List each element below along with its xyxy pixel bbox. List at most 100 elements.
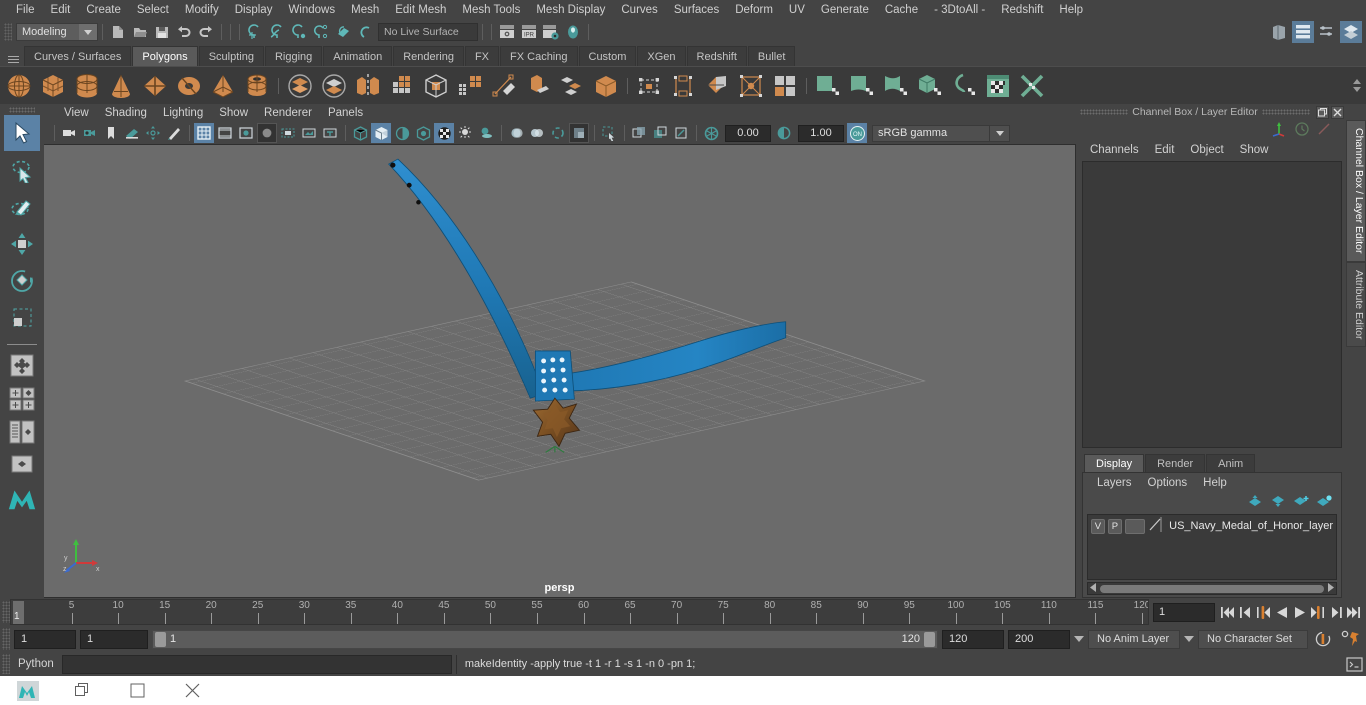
anim-layer-combo[interactable]: No Anim Layer xyxy=(1088,629,1180,649)
channel-box-menu-show[interactable]: Show xyxy=(1232,144,1277,156)
select-camera-icon[interactable] xyxy=(59,123,79,143)
menu-edit[interactable]: Edit xyxy=(43,0,79,20)
chevron-up-icon[interactable] xyxy=(1353,79,1361,84)
uv-camera-icon[interactable] xyxy=(947,69,981,103)
two-d-pan-zoom-icon[interactable] xyxy=(143,123,163,143)
command-line-grip[interactable] xyxy=(2,654,10,674)
smooth-shade-all-icon[interactable] xyxy=(371,123,391,143)
poly-torus-icon[interactable] xyxy=(172,69,206,103)
live-surface-field[interactable]: No Live Surface xyxy=(378,23,478,41)
tab-render[interactable]: Render xyxy=(1145,454,1206,472)
panel-grip-right[interactable] xyxy=(1261,109,1310,115)
viewport-menu-panels[interactable]: Panels xyxy=(320,107,371,119)
status-line-grip[interactable] xyxy=(4,23,12,41)
channel-box-menu-object[interactable]: Object xyxy=(1182,144,1231,156)
make-live-icon[interactable] xyxy=(354,22,376,42)
show-hide-channel-box-icon[interactable] xyxy=(1340,21,1362,43)
snap-to-view-plane-icon[interactable] xyxy=(332,22,354,42)
color-space-field[interactable]: sRGB gamma xyxy=(872,124,990,142)
clock-icon[interactable] xyxy=(1294,121,1310,140)
menu-mesh[interactable]: Mesh xyxy=(343,0,387,20)
menu-mesh-tools[interactable]: Mesh Tools xyxy=(454,0,528,20)
menu-cache[interactable]: Cache xyxy=(877,0,926,20)
viewport-menu-view[interactable]: View xyxy=(56,107,97,119)
menu-create[interactable]: Create xyxy=(78,0,129,20)
menu-redshift[interactable]: Redshift xyxy=(993,0,1051,20)
layer-menu-layers[interactable]: Layers xyxy=(1089,477,1140,489)
character-set-combo[interactable]: No Character Set xyxy=(1198,629,1308,649)
animation-start-field[interactable]: 1 xyxy=(14,629,76,649)
hypergraph-persp-layout[interactable] xyxy=(6,450,38,480)
step-back-frame-icon[interactable] xyxy=(1255,602,1272,622)
axis-gizmo-icon[interactable] xyxy=(1270,121,1288,140)
gate-mask-icon[interactable] xyxy=(257,123,277,143)
field-chart-icon[interactable] xyxy=(278,123,298,143)
step-forward-frame-icon[interactable] xyxy=(1309,602,1326,622)
go-to-end-icon[interactable] xyxy=(1345,602,1362,622)
menu-help[interactable]: Help xyxy=(1051,0,1091,20)
smooth-icon[interactable] xyxy=(419,69,453,103)
new-scene-icon[interactable] xyxy=(107,22,129,42)
outliner-persp-layout[interactable] xyxy=(6,417,38,447)
paint-select-tool[interactable] xyxy=(4,189,40,225)
resolution-gate-icon[interactable] xyxy=(236,123,256,143)
shelf-tab-bullet[interactable]: Bullet xyxy=(747,46,796,66)
bridge-icon[interactable] xyxy=(666,69,700,103)
chevron-down-icon[interactable] xyxy=(1353,87,1361,92)
time-slider-grip[interactable] xyxy=(2,601,10,623)
go-to-start-icon[interactable] xyxy=(1219,602,1236,622)
scale-tool[interactable] xyxy=(4,300,40,336)
poly-pyramid-icon[interactable] xyxy=(206,69,240,103)
shelf-tab-fx-caching[interactable]: FX Caching xyxy=(500,46,578,66)
move-tool[interactable] xyxy=(4,226,40,262)
range-end-handle[interactable] xyxy=(924,631,935,647)
undock-icon[interactable] xyxy=(1316,105,1329,119)
color-management-icon[interactable]: ON xyxy=(847,123,867,143)
quadrangulate-icon[interactable] xyxy=(768,69,802,103)
gamma-icon[interactable] xyxy=(774,123,794,143)
chevron-down-icon[interactable] xyxy=(1074,636,1084,642)
poly-pipe-icon[interactable] xyxy=(240,69,274,103)
render-settings-icon[interactable] xyxy=(540,22,562,42)
step-back-key-icon[interactable] xyxy=(1237,602,1254,622)
menu-3dtoall[interactable]: - 3DtoAll - xyxy=(926,0,993,20)
layer-shading-toggle[interactable] xyxy=(1124,518,1146,534)
scroll-left-arrow-icon[interactable] xyxy=(1090,582,1097,595)
tab-anim[interactable]: Anim xyxy=(1206,454,1256,472)
maya-app-icon[interactable] xyxy=(0,676,55,705)
camera-attributes-icon[interactable] xyxy=(80,123,100,143)
channel-box-content[interactable] xyxy=(1082,161,1342,448)
current-frame-field[interactable]: 1 xyxy=(1153,602,1215,622)
shelf-tab-xgen[interactable]: XGen xyxy=(637,46,686,66)
open-scene-icon[interactable] xyxy=(129,22,151,42)
menu-deform[interactable]: Deform xyxy=(727,0,781,20)
shelf-menu-icon[interactable] xyxy=(2,46,24,66)
show-hide-modeling-toolkit-icon[interactable] xyxy=(1268,21,1290,43)
poly-cube-icon[interactable] xyxy=(36,69,70,103)
layer-menu-help[interactable]: Help xyxy=(1195,477,1235,489)
menu-mesh-display[interactable]: Mesh Display xyxy=(528,0,613,20)
reduce-icon[interactable] xyxy=(453,69,487,103)
layer-playback-toggle[interactable]: P xyxy=(1107,518,1122,534)
maximize-window-icon[interactable] xyxy=(110,676,165,705)
snap-to-point-icon[interactable] xyxy=(288,22,310,42)
layer-visibility-toggle[interactable]: V xyxy=(1091,518,1105,534)
viewport-menu-renderer[interactable]: Renderer xyxy=(256,107,320,119)
command-language-label[interactable]: Python xyxy=(10,658,62,670)
tab-display[interactable]: Display xyxy=(1084,454,1145,472)
uv-spherical-icon[interactable] xyxy=(879,69,913,103)
command-input[interactable] xyxy=(61,654,452,674)
use-default-material-icon[interactable] xyxy=(413,123,433,143)
save-scene-icon[interactable] xyxy=(151,22,173,42)
lasso-select-tool[interactable] xyxy=(4,152,40,188)
poly-plane-icon[interactable] xyxy=(138,69,172,103)
menu-set-selector[interactable]: Modeling xyxy=(16,23,98,41)
extract-icon[interactable] xyxy=(521,69,555,103)
select-tool[interactable] xyxy=(4,115,40,151)
show-hide-tool-settings-icon[interactable] xyxy=(1316,21,1338,43)
shelf-tab-rigging[interactable]: Rigging xyxy=(264,46,323,66)
shaded-wireframe-icon[interactable] xyxy=(392,123,412,143)
menu-generate[interactable]: Generate xyxy=(813,0,877,20)
ipr-render-icon[interactable]: IPR xyxy=(518,22,540,42)
menu-edit-mesh[interactable]: Edit Mesh xyxy=(387,0,454,20)
